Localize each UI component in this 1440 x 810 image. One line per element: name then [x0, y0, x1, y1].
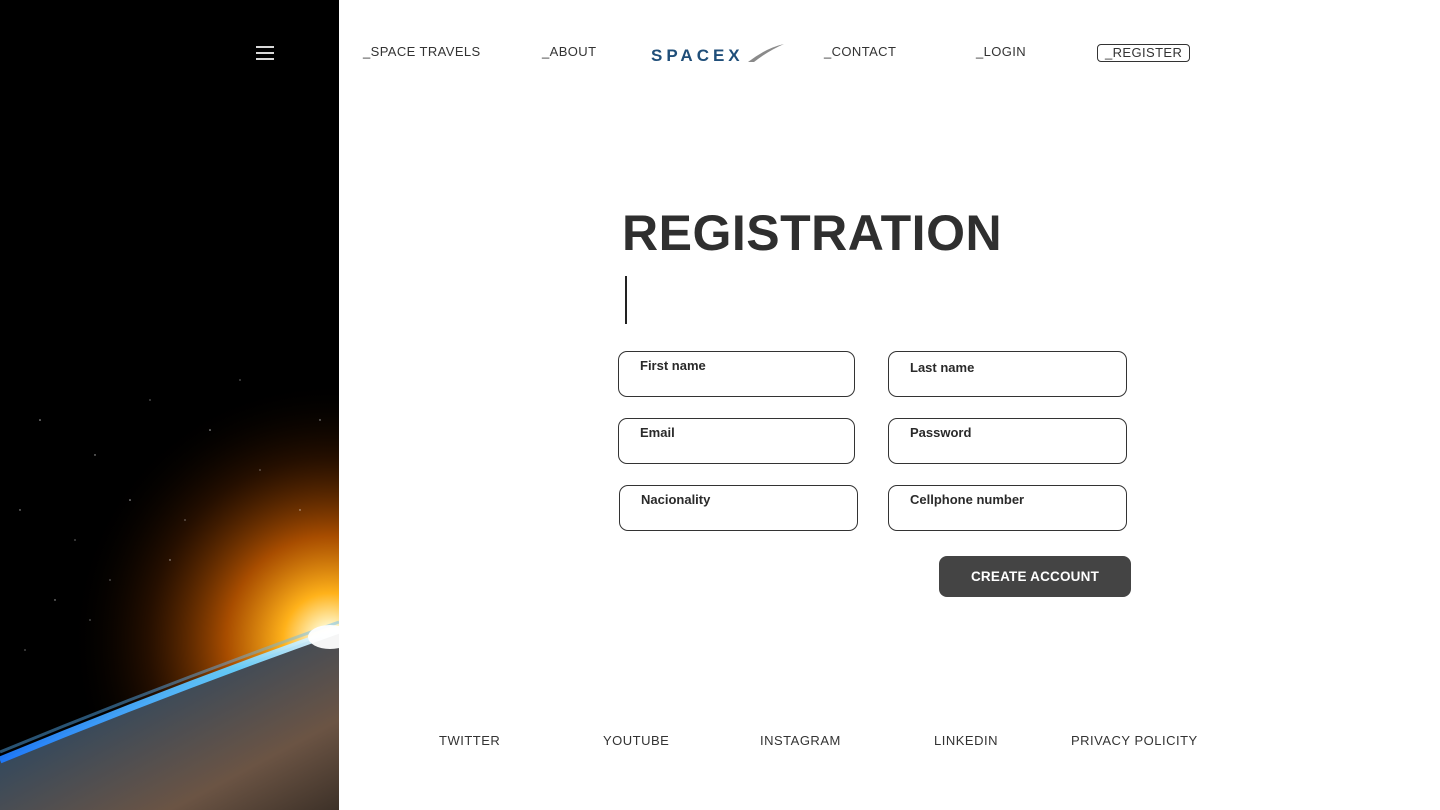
- email-field[interactable]: Email: [618, 418, 855, 464]
- footer-privacy-link[interactable]: PRIVACY POLICITY: [1071, 733, 1198, 748]
- first-name-field[interactable]: First name: [618, 351, 855, 397]
- nav-about[interactable]: _ABOUT: [542, 44, 596, 60]
- nav-register[interactable]: _REGISTER: [1097, 44, 1191, 62]
- space-hero-image: [0, 0, 339, 810]
- nationality-field[interactable]: Nacionality: [619, 485, 858, 531]
- password-field[interactable]: Password: [888, 418, 1127, 464]
- spacex-logo[interactable]: SPACEX: [650, 42, 786, 71]
- create-account-button[interactable]: CREATE ACCOUNT: [939, 556, 1131, 597]
- password-label: Password: [910, 425, 972, 440]
- menu-line: [256, 46, 274, 48]
- logo-swoosh: [748, 44, 784, 62]
- email-input[interactable]: [639, 439, 842, 457]
- last-name-input[interactable]: [909, 372, 1114, 390]
- cellphone-field[interactable]: Cellphone number: [888, 485, 1127, 531]
- nationality-input[interactable]: [640, 506, 845, 524]
- footer-twitter-link[interactable]: TWITTER: [439, 733, 500, 748]
- last-name-field[interactable]: Last name: [888, 351, 1127, 397]
- hamburger-menu-icon[interactable]: [256, 46, 274, 60]
- nationality-label: Nacionality: [641, 492, 711, 507]
- menu-line: [256, 52, 274, 54]
- page-title: REGISTRATION: [622, 205, 1003, 261]
- first-name-input[interactable]: [639, 372, 842, 390]
- spacex-logo-mark: SPACEX: [651, 44, 784, 65]
- earth-sunrise-illustration: [0, 0, 339, 810]
- footer-instagram-link[interactable]: INSTAGRAM: [760, 733, 841, 748]
- footer-youtube-link[interactable]: YOUTUBE: [603, 733, 669, 748]
- cellphone-input[interactable]: [909, 506, 1114, 524]
- password-input[interactable]: [909, 439, 1114, 457]
- nav-contact[interactable]: _CONTACT: [824, 44, 896, 60]
- first-name-label: First name: [640, 358, 706, 373]
- email-label: Email: [640, 425, 675, 440]
- nav-space-travels[interactable]: _SPACE TRAVELS: [363, 44, 481, 60]
- menu-line: [256, 58, 274, 60]
- footer-linkedin-link[interactable]: LINKEDIN: [934, 733, 998, 748]
- cellphone-label: Cellphone number: [910, 492, 1025, 507]
- nav-login[interactable]: _LOGIN: [976, 44, 1026, 60]
- logo-text: SPACEX: [651, 46, 744, 65]
- text-cursor: [625, 276, 627, 324]
